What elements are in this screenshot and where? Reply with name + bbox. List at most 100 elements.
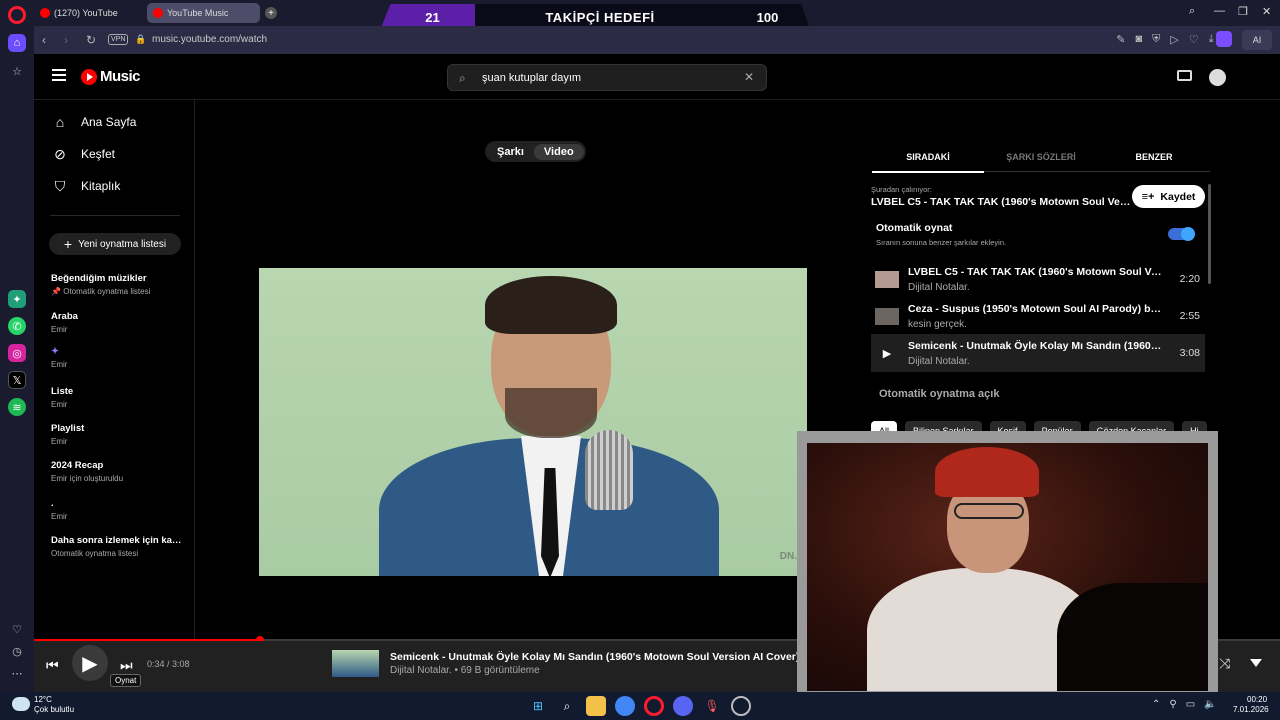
playlist-add-icon: ≡+ bbox=[1141, 190, 1155, 203]
history-icon[interactable]: ◷ bbox=[8, 642, 26, 660]
maximize-icon[interactable]: ❐ bbox=[1238, 5, 1248, 18]
whatsapp-icon[interactable]: ✆ bbox=[8, 317, 26, 335]
spotify-icon[interactable]: ≋ bbox=[8, 398, 26, 416]
weather-temperature[interactable]: 12°C bbox=[34, 695, 52, 704]
tab-related[interactable]: BENZER bbox=[1098, 152, 1210, 162]
file-explorer-icon[interactable] bbox=[586, 696, 606, 716]
playlist-item[interactable]: ✦ Emir bbox=[51, 346, 186, 369]
new-playlist-button[interactable]: + Yeni oynatma listesi bbox=[49, 233, 181, 255]
previous-icon[interactable]: ⏮ bbox=[46, 657, 59, 674]
chrome-icon[interactable] bbox=[615, 696, 635, 716]
playing-from-title[interactable]: LVBEL C5 - TAK TAK TAK (1960's Motown So… bbox=[871, 196, 1131, 208]
toggle-video[interactable]: Video bbox=[533, 143, 584, 160]
webcam-person-glasses bbox=[954, 503, 1024, 519]
chevron-up-icon[interactable]: ⌃ bbox=[1152, 699, 1160, 710]
hamburger-menu-icon[interactable] bbox=[52, 69, 66, 81]
cast-icon[interactable] bbox=[1177, 70, 1192, 81]
playlist-item[interactable]: 2024 Recap Emir için oluşturuldu bbox=[51, 460, 186, 483]
sidebar-item-home[interactable]: ⌂ Ana Sayfa bbox=[52, 112, 137, 132]
lock-icon[interactable]: 🔒 bbox=[135, 34, 146, 45]
ai-button[interactable]: AI bbox=[1242, 30, 1272, 50]
mic-tray-icon[interactable]: ⚲ bbox=[1169, 699, 1176, 710]
queue-artist[interactable]: Dijital Notalar. bbox=[908, 282, 970, 293]
reload-icon[interactable]: ↻ bbox=[86, 33, 96, 47]
save-button[interactable]: ≡+ Kaydet bbox=[1132, 185, 1205, 208]
search-input[interactable] bbox=[482, 69, 732, 87]
queue-artist[interactable]: kesin gerçek. bbox=[908, 319, 967, 330]
instagram-icon[interactable]: ◎ bbox=[8, 344, 26, 362]
queue-item[interactable]: LVBEL C5 - TAK TAK TAK (1960's Motown So… bbox=[871, 260, 1205, 298]
forward-icon[interactable]: › bbox=[64, 33, 68, 47]
sidebar-item-library[interactable]: ⛉ Kitaplık bbox=[52, 176, 121, 196]
new-tab-button[interactable]: + bbox=[265, 7, 277, 19]
url-field[interactable]: music.youtube.com/watch bbox=[152, 34, 267, 45]
display-icon[interactable]: ▭ bbox=[1186, 699, 1195, 710]
home-icon[interactable]: ⌂ bbox=[8, 34, 26, 52]
opera-icon[interactable] bbox=[644, 696, 664, 716]
more-icon[interactable]: ⋯ bbox=[8, 664, 26, 682]
weather-cloud-icon[interactable] bbox=[12, 697, 30, 711]
vpn-badge[interactable]: VPN bbox=[108, 34, 129, 45]
playlist-item[interactable]: . Emir bbox=[51, 498, 186, 521]
avatar[interactable] bbox=[1209, 69, 1226, 86]
compass-icon: ⊘ bbox=[54, 145, 66, 162]
playlist-item[interactable]: Beğendiğim müzikler 📌 Otomatik oynatma l… bbox=[51, 273, 186, 296]
clear-search-icon[interactable]: ✕ bbox=[744, 70, 754, 84]
tab-up-next[interactable]: SIRADAKİ bbox=[872, 152, 984, 173]
camera-icon[interactable]: ◙ bbox=[1135, 33, 1142, 46]
discord-icon[interactable] bbox=[673, 696, 693, 716]
edit-icon[interactable]: ✎ bbox=[1116, 33, 1125, 46]
star-icon[interactable]: ☆ bbox=[8, 62, 26, 80]
next-icon[interactable]: ⏭ bbox=[120, 657, 133, 674]
windows-start-icon[interactable]: ⊞ bbox=[528, 696, 548, 716]
queue-item[interactable]: Ceza - Suspus (1950's Motown Soul AI Par… bbox=[871, 297, 1205, 335]
clock-time[interactable]: 00:20 bbox=[1247, 695, 1267, 704]
clock-date[interactable]: 7.01.2026 bbox=[1233, 705, 1269, 714]
play-icon[interactable]: ▷ bbox=[1170, 33, 1178, 46]
back-icon[interactable]: ‹ bbox=[42, 33, 46, 47]
playlist-item[interactable]: Araba Emir bbox=[51, 311, 186, 334]
shuffle-icon[interactable]: ⤨ bbox=[1219, 655, 1230, 672]
search-tabs-icon[interactable]: ⌕ bbox=[1189, 5, 1195, 18]
queue-artist[interactable]: Dijital Notalar. bbox=[908, 356, 970, 367]
search-box[interactable]: ⌕ ✕ bbox=[447, 64, 767, 91]
opera-logo-icon[interactable] bbox=[8, 6, 26, 24]
sidebar-item-explore[interactable]: ⊘ Keşfet bbox=[52, 144, 115, 164]
heart-icon[interactable]: ♡ bbox=[8, 620, 26, 638]
toggle-song[interactable]: Şarkı bbox=[487, 144, 534, 160]
queue-item-playing[interactable]: ▶ Semicenk - Unutmak Öyle Kolay Mı Sandı… bbox=[871, 334, 1205, 372]
weather-condition[interactable]: Çok bulutlu bbox=[34, 705, 74, 714]
shield-icon[interactable]: ⛨ bbox=[1152, 33, 1160, 46]
chatgpt-icon[interactable]: ✦ bbox=[8, 290, 26, 308]
minimize-icon[interactable]: — bbox=[1214, 5, 1225, 17]
microphone-icon[interactable]: 🎙 bbox=[702, 696, 722, 716]
close-window-icon[interactable]: ✕ bbox=[1262, 5, 1271, 18]
now-playing-thumbnail[interactable] bbox=[332, 650, 379, 677]
playlist-title: ✦ bbox=[51, 346, 186, 357]
play-icon[interactable]: ▶ bbox=[875, 345, 899, 362]
download-icon[interactable]: ⤓ bbox=[1209, 33, 1214, 46]
playlist-item[interactable]: Daha sonra izlemek için kayd... Otomatik… bbox=[51, 535, 186, 558]
obs-icon[interactable] bbox=[731, 696, 751, 716]
playlist-subtitle-text: Otomatik oynatma listesi bbox=[63, 287, 151, 296]
playlist-item[interactable]: Playlist Emir bbox=[51, 423, 186, 446]
tab-lyrics[interactable]: ŞARKI SÖZLERİ bbox=[985, 152, 1097, 162]
home-icon: ⌂ bbox=[55, 114, 65, 130]
tab-youtube[interactable]: (1270) YouTube bbox=[34, 3, 144, 23]
volume-icon[interactable]: 🔈 bbox=[1204, 699, 1216, 710]
heart-icon[interactable]: ♡ bbox=[1189, 33, 1199, 46]
profile-icon[interactable] bbox=[1216, 31, 1232, 47]
now-playing-title[interactable]: Semicenk - Unutmak Öyle Kolay Mı Sandın … bbox=[390, 651, 808, 663]
autoplay-toggle[interactable] bbox=[1168, 227, 1195, 241]
webcam-background-object bbox=[1057, 583, 1208, 691]
ytm-logo[interactable]: Music bbox=[81, 68, 141, 85]
queue-scrollbar[interactable] bbox=[1208, 184, 1211, 284]
playlist-title: Playlist bbox=[51, 423, 85, 434]
now-playing-meta[interactable]: Dijital Notalar. • 69 B görüntüleme bbox=[390, 665, 540, 676]
playlist-item[interactable]: Liste Emir bbox=[51, 386, 186, 409]
x-icon[interactable]: 𝕏 bbox=[8, 371, 26, 389]
play-button[interactable]: ▶ bbox=[72, 645, 108, 681]
tab-youtube-music[interactable]: YouTube Music bbox=[147, 3, 260, 23]
expand-player-icon[interactable] bbox=[1250, 659, 1262, 667]
search-icon[interactable]: ⌕ bbox=[557, 696, 577, 716]
